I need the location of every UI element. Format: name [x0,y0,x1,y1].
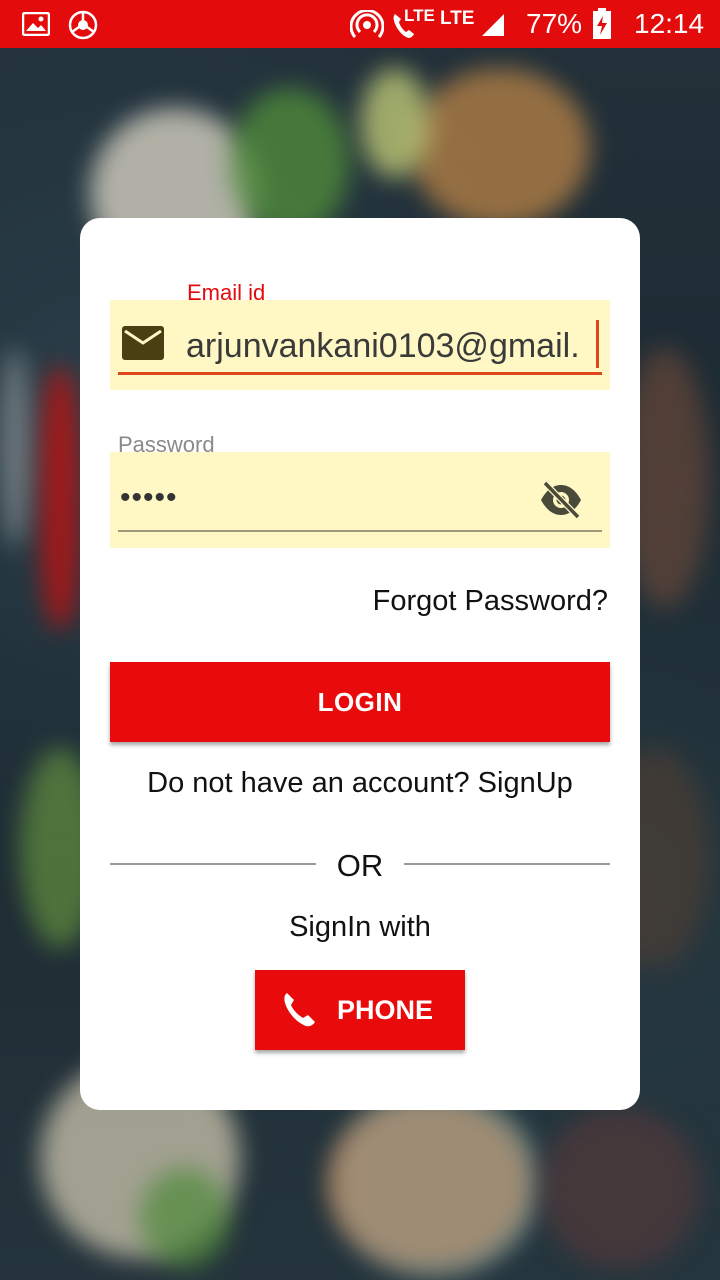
email-field[interactable]: arjunvankani0103@gmail. [110,300,610,390]
visibility-off-icon[interactable] [538,480,584,525]
network-type-label: LTE [404,6,435,25]
password-field[interactable]: ••••• [110,452,610,548]
battery-percentage: 77% [526,8,583,39]
hotspot-icon [349,8,385,45]
clock: 12:14 [634,8,705,39]
signup-link[interactable]: Do not have an account? SignUp [80,766,640,800]
password-input-value: ••••• [120,481,178,514]
status-bar: LTE LTE 77% 12:14 [0,0,720,48]
battery-charging-icon [592,8,612,45]
email-underline [118,372,602,375]
phone-signin-button[interactable]: PHONE [255,970,465,1050]
email-input-value: arjunvankani0103@gmail. [186,327,580,365]
signal-icon [480,12,506,43]
phone-icon [279,990,319,1033]
gallery-icon [21,11,51,41]
forgot-password-link[interactable]: Forgot Password? [373,584,608,618]
divider-right [404,863,610,865]
password-underline [118,530,602,532]
or-divider-text: OR [336,848,384,883]
text-caret [596,320,599,368]
login-card: Email id arjunvankani0103@gmail. Passwor… [80,218,640,1110]
login-button[interactable]: LOGIN [110,662,610,742]
chrome-icon [68,10,98,45]
signin-with-text: SignIn with [289,911,431,943]
phone-button-label: PHONE [337,995,434,1025]
mail-icon [122,326,164,365]
network-type-label: LTE [440,8,475,29]
